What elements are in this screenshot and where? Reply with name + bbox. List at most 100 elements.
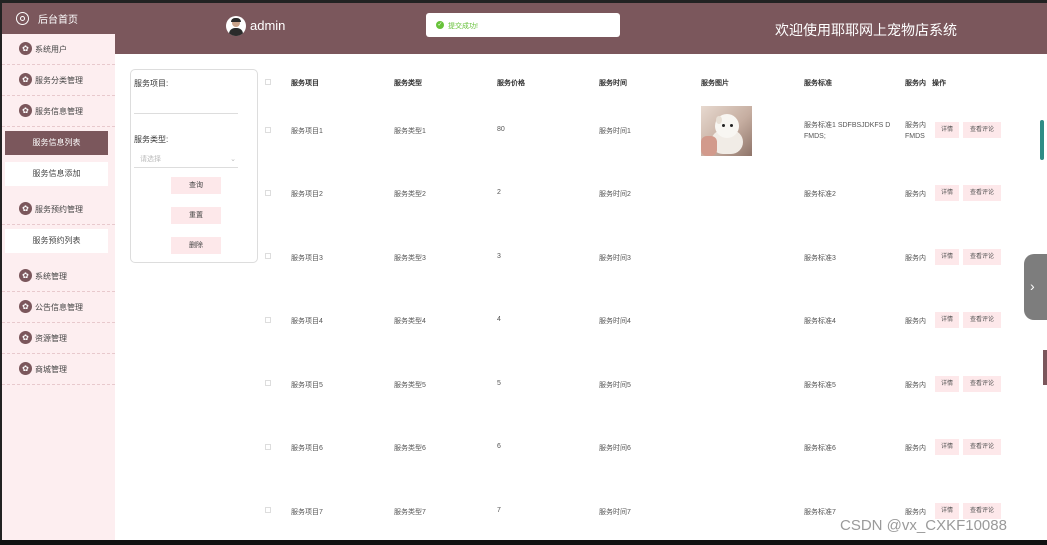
cell-price: 3: [497, 253, 501, 260]
service-item-input[interactable]: [134, 98, 238, 114]
cell-type: 服务类型4: [394, 318, 426, 325]
column-header-actions: 操作: [932, 80, 946, 87]
cell-type: 服务类型6: [394, 445, 426, 452]
sidebar-item-users[interactable]: ✿ 系统用户: [2, 34, 115, 65]
row-checkbox[interactable]: [265, 444, 271, 450]
sidebar-item-resource[interactable]: ✿ 资源管理: [2, 323, 115, 354]
column-header-price: 服务价格: [497, 80, 525, 87]
service-item-label: 服务项目:: [134, 79, 169, 88]
check-circle-icon: ✓: [436, 21, 444, 29]
sidebar-item-notice[interactable]: ✿ 公告信息管理: [2, 292, 115, 323]
window-bottom-border: [0, 540, 1047, 545]
cell-standard: 服务标准6: [804, 445, 836, 452]
menu-icon: ✿: [19, 104, 32, 117]
menu-icon: ✿: [19, 42, 32, 55]
column-header-time: 服务时间: [599, 80, 627, 87]
detail-button[interactable]: 详情: [935, 185, 959, 201]
cell-content: 服务内: [905, 509, 926, 516]
cell-type: 服务类型2: [394, 191, 426, 198]
success-toast: ✓ 提交成功!: [426, 13, 620, 37]
detail-button[interactable]: 详情: [935, 439, 959, 455]
detail-button[interactable]: 详情: [935, 312, 959, 328]
column-header-standard: 服务标准: [804, 80, 832, 87]
sidebar-item-label: 公告信息管理: [35, 303, 83, 312]
cell-price: 7: [497, 507, 501, 514]
row-checkbox[interactable]: [265, 380, 271, 386]
sidebar-item-label: 服务信息管理: [35, 107, 83, 116]
cell-item: 服务项目1: [291, 128, 323, 135]
menu-icon: ✿: [19, 362, 32, 375]
sidebar-item-booking[interactable]: ✿ 服务预约管理: [2, 194, 115, 225]
sidebar-item-label: 系统管理: [35, 272, 67, 281]
side-drawer-toggle[interactable]: ›: [1024, 254, 1047, 320]
view-review-button[interactable]: 查看评论: [963, 376, 1001, 392]
toast-message: 提交成功!: [448, 23, 478, 30]
menu-icon: ✿: [19, 300, 32, 313]
sidebar-home-label: 后台首页: [38, 15, 78, 26]
menu-icon: ✿: [19, 202, 32, 215]
cell-type: 服务类型3: [394, 255, 426, 262]
view-review-button[interactable]: 查看评论: [963, 249, 1001, 265]
sidebar-item-system[interactable]: ✿ 系统管理: [2, 261, 115, 292]
detail-button[interactable]: 详情: [935, 249, 959, 265]
cell-price: 6: [497, 443, 501, 450]
select-placeholder: 请选择: [140, 156, 161, 163]
cell-type: 服务类型5: [394, 382, 426, 389]
detail-button[interactable]: 详情: [935, 376, 959, 392]
row-checkbox[interactable]: [265, 127, 271, 133]
row-checkbox[interactable]: [265, 190, 271, 196]
cell-price: 80: [497, 126, 505, 133]
cell-item: 服务项目4: [291, 318, 323, 325]
row-checkbox[interactable]: [265, 317, 271, 323]
sidebar-item-label: 服务分类管理: [35, 76, 83, 85]
cell-content: 服务内: [905, 191, 926, 198]
cell-item: 服务项目7: [291, 509, 323, 516]
view-review-button[interactable]: 查看评论: [963, 185, 1001, 201]
cell-content: 服务内: [905, 318, 926, 325]
sidebar-home[interactable]: 后台首页: [2, 3, 115, 34]
cell-time: 服务时间6: [599, 445, 631, 452]
view-review-button[interactable]: 查看评论: [963, 439, 1001, 455]
sidebar-subitem-booking-list[interactable]: 服务预约列表: [5, 229, 108, 253]
cell-content: 服务内: [905, 255, 926, 262]
cell-type: 服务类型7: [394, 509, 426, 516]
cell-content: 服务内: [905, 382, 926, 389]
cell-standard: 服务标准2: [804, 191, 836, 198]
view-review-button[interactable]: 查看评论: [963, 122, 1001, 138]
cell-standard: 服务标准4: [804, 318, 836, 325]
cell-content: 服务内: [905, 445, 926, 452]
select-all-checkbox[interactable]: [265, 79, 271, 85]
row-checkbox[interactable]: [265, 507, 271, 513]
menu-icon: ✿: [19, 269, 32, 282]
reset-button[interactable]: 重置: [171, 207, 221, 224]
query-button[interactable]: 查询: [171, 177, 221, 194]
detail-button[interactable]: 详情: [935, 122, 959, 138]
sidebar-item-label: 系统用户: [35, 45, 67, 54]
sidebar-subitem-service-add[interactable]: 服务信息添加: [5, 162, 108, 186]
cell-price: 4: [497, 316, 501, 323]
cell-content: 服务内 FMDS: [905, 122, 926, 140]
sidebar-item-service-info[interactable]: ✿ 服务信息管理: [2, 96, 115, 127]
cell-standard: 服务标准1 SDFBSJDKFS D FMDS;: [804, 122, 891, 140]
username[interactable]: admin: [250, 18, 285, 33]
cell-item: 服务项目2: [291, 191, 323, 198]
sidebar-item-service-category[interactable]: ✿ 服务分类管理: [2, 65, 115, 96]
column-header-image: 服务图片: [701, 80, 729, 87]
service-image-dog[interactable]: [701, 106, 752, 156]
service-type-label: 服务类型:: [134, 135, 169, 144]
service-type-select[interactable]: 请选择 ⌄: [134, 152, 238, 168]
search-panel: 服务项目: 服务类型: 请选择 ⌄ 查询 重置 删除: [130, 69, 258, 263]
delete-button[interactable]: 删除: [171, 237, 221, 254]
sidebar-item-mall[interactable]: ✿ 商城管理: [2, 354, 115, 385]
row-checkbox[interactable]: [265, 253, 271, 259]
column-header-type: 服务类型: [394, 80, 422, 87]
home-icon: [16, 12, 29, 25]
scroll-marker: [1043, 350, 1047, 385]
sidebar-subitem-service-list[interactable]: 服务信息列表: [5, 131, 108, 155]
floating-widget-edge[interactable]: [1040, 120, 1044, 160]
cell-standard: 服务标准5: [804, 382, 836, 389]
cell-standard: 服务标准7: [804, 509, 836, 516]
view-review-button[interactable]: 查看评论: [963, 312, 1001, 328]
avatar[interactable]: [226, 16, 246, 36]
cell-price: 5: [497, 380, 501, 387]
